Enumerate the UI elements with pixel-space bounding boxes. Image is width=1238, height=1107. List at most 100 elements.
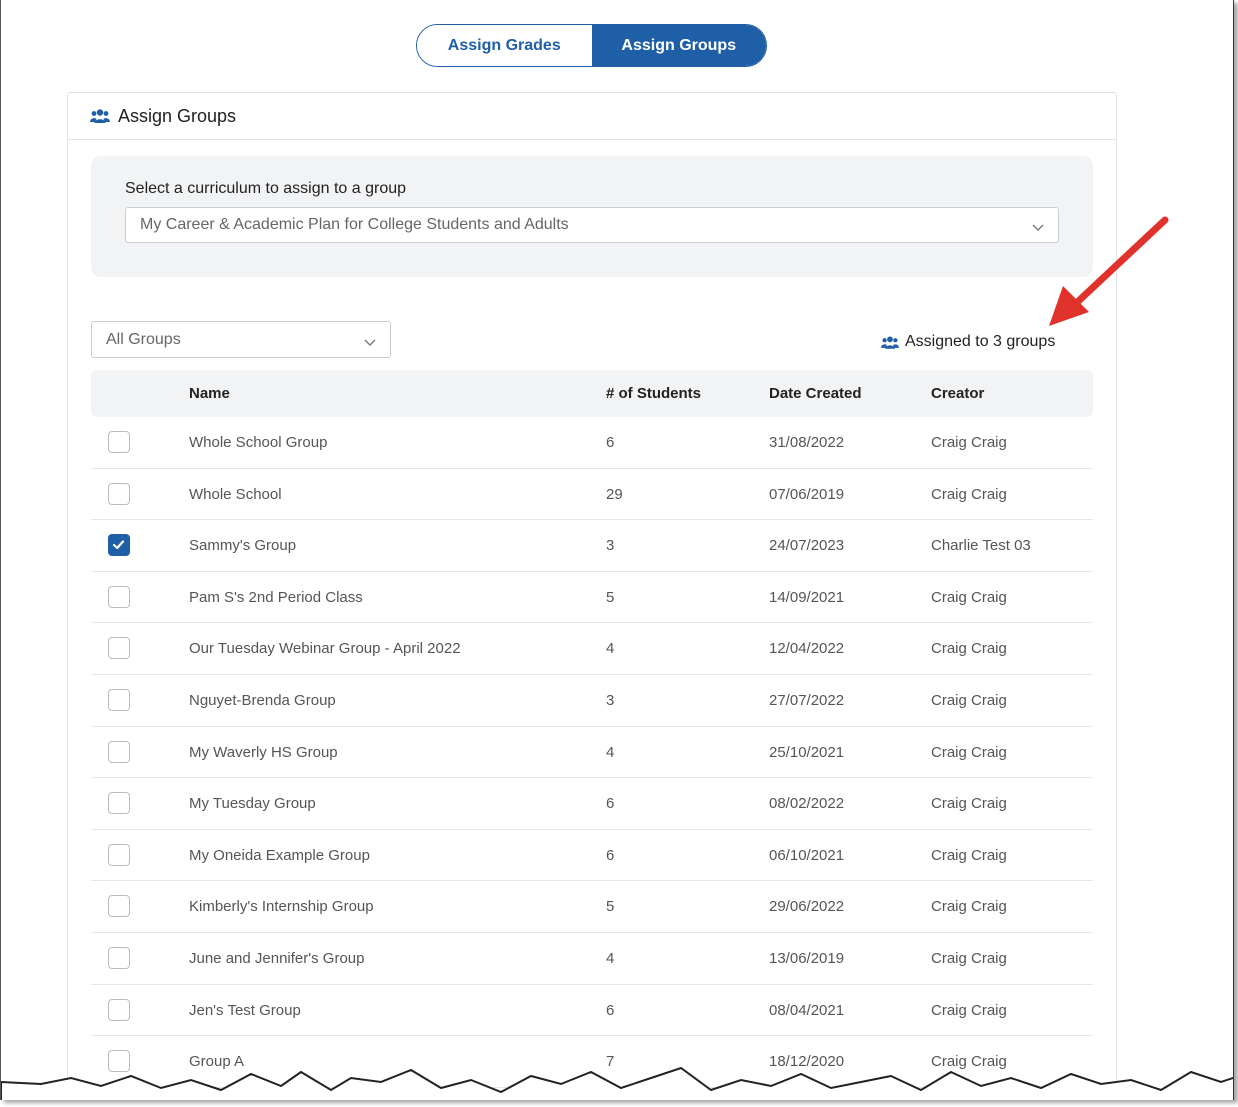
table-row[interactable]: Whole School Group 6 31/08/2022 Craig Craig <box>91 417 1093 469</box>
column-header-date[interactable]: Date Created <box>769 385 862 402</box>
row-checkbox[interactable] <box>108 998 130 1021</box>
curriculum-selected-value: My Career & Academic Plan for College St… <box>140 216 569 233</box>
row-checkbox[interactable] <box>108 946 130 969</box>
table-row[interactable]: Sammy's Group 3 24/07/2023 Charlie Test 03 <box>91 520 1093 572</box>
group-name: My Waverly HS Group <box>189 743 338 761</box>
creator-name: Craig Craig <box>931 846 1007 864</box>
group-name: Whole School <box>189 485 282 503</box>
row-checkbox[interactable] <box>108 843 130 866</box>
table-row[interactable]: Our Tuesday Webinar Group - April 2022 4 1… <box>91 623 1093 675</box>
creator-name: Craig Craig <box>931 898 1007 916</box>
date-created: 24/07/2023 <box>769 537 845 555</box>
group-name: Whole School Group <box>189 434 328 451</box>
assigned-count: Assigned to 3 groups <box>881 333 1055 351</box>
column-header-name[interactable]: Name <box>189 385 230 402</box>
table-row[interactable]: Whole School 29 07/06/2019 Craig Craig <box>91 469 1093 521</box>
group-name: My Tuesday Group <box>189 795 316 813</box>
row-checkbox[interactable] <box>108 431 130 453</box>
group-name: Pam S's 2nd Period Class <box>189 588 363 606</box>
student-count: 3 <box>606 537 615 555</box>
chevron-down-icon <box>364 334 376 352</box>
curriculum-select[interactable]: My Career & Academic Plan for College St… <box>125 207 1059 243</box>
table-row[interactable]: June and Jennifer's Group 4 13/06/2019 Crai… <box>91 933 1093 985</box>
assign-groups-tab[interactable]: Assign Groups <box>591 25 766 66</box>
date-created: 27/07/2022 <box>769 691 845 709</box>
creator-name: Craig Craig <box>931 691 1007 709</box>
row-checkbox[interactable] <box>108 688 130 711</box>
users-icon <box>881 335 899 350</box>
date-created: 12/04/2022 <box>769 640 845 658</box>
creator-name: Craig Craig <box>931 949 1007 967</box>
group-name: My Oneida Example Group <box>189 846 370 864</box>
date-created: 06/10/2021 <box>769 846 845 864</box>
student-count: 6 <box>606 1001 615 1019</box>
assigned-count-text: Assigned to 3 groups <box>905 333 1056 350</box>
row-checkbox[interactable] <box>108 792 130 815</box>
screenshot-frame: Assign Grades Assign Groups Assign Group… <box>0 0 1234 1100</box>
groups-table: Name # of Students Date Created Creator … <box>91 370 1093 1088</box>
table-body: Whole School Group 6 31/08/2022 Craig Craig… <box>91 417 1093 1088</box>
row-checkbox[interactable] <box>108 740 130 763</box>
group-name: June and Jennifer's Group <box>189 949 365 967</box>
table-row[interactable]: Nguyet-Brenda Group 3 27/07/2022 Craig Crai… <box>91 675 1093 727</box>
group-name: Nguyet-Brenda Group <box>189 691 336 709</box>
group-name: Our Tuesday Webinar Group - April 2022 <box>189 640 461 658</box>
student-count: 5 <box>606 898 615 916</box>
torn-edge <box>1 1066 1233 1100</box>
date-created: 07/06/2019 <box>769 485 845 503</box>
group-filter-value: All Groups <box>106 330 181 348</box>
student-count: 6 <box>606 434 615 451</box>
group-name: Kimberly's Internship Group <box>189 898 374 916</box>
table-row[interactable]: Jen's Test Group 6 08/04/2021 Craig Craig <box>91 985 1093 1037</box>
assign-mode-toggle: Assign Grades Assign Groups <box>416 24 767 67</box>
student-count: 6 <box>606 846 615 864</box>
assign-groups-card: Assign Groups Select a curriculum to ass… <box>67 92 1117 1100</box>
creator-name: Craig Craig <box>931 485 1007 503</box>
student-count: 4 <box>606 743 615 761</box>
date-created: 13/06/2019 <box>769 949 845 967</box>
creator-name: Craig Craig <box>931 1001 1007 1019</box>
users-icon <box>90 108 110 124</box>
row-checkbox[interactable] <box>108 895 130 918</box>
table-row[interactable]: My Tuesday Group 6 08/02/2022 Craig Craig <box>91 778 1093 830</box>
date-created: 29/06/2022 <box>769 898 845 916</box>
date-created: 08/04/2021 <box>769 1001 845 1019</box>
assign-grades-tab[interactable]: Assign Grades <box>417 25 592 66</box>
card-header: Assign Groups <box>68 93 1116 140</box>
row-checkbox[interactable] <box>108 534 130 557</box>
column-header-creator[interactable]: Creator <box>931 385 984 402</box>
date-created: 08/02/2022 <box>769 795 845 813</box>
student-count: 29 <box>606 485 623 503</box>
creator-name: Craig Craig <box>931 640 1007 658</box>
table-row[interactable]: My Oneida Example Group 6 06/10/2021 Craig … <box>91 830 1093 882</box>
curriculum-panel: Select a curriculum to assign to a group… <box>91 156 1093 277</box>
creator-name: Charlie Test 03 <box>931 537 1031 555</box>
table-header: Name # of Students Date Created Creator <box>91 370 1093 417</box>
creator-name: Craig Craig <box>931 588 1007 606</box>
table-row[interactable]: Pam S's 2nd Period Class 5 14/09/2021 Craig… <box>91 572 1093 624</box>
table-row[interactable]: My Waverly HS Group 4 25/10/2021 Craig Crai… <box>91 727 1093 779</box>
column-header-students[interactable]: # of Students <box>606 385 701 402</box>
group-filter-select[interactable]: All Groups <box>91 321 391 358</box>
student-count: 4 <box>606 949 615 967</box>
table-row[interactable]: Kimberly's Internship Group 5 29/06/2022 Cr… <box>91 881 1093 933</box>
creator-name: Craig Craig <box>931 434 1007 451</box>
annotation-arrow-icon <box>1049 216 1169 326</box>
curriculum-label: Select a curriculum to assign to a group <box>125 180 407 197</box>
date-created: 25/10/2021 <box>769 743 845 761</box>
student-count: 6 <box>606 795 615 813</box>
date-created: 31/08/2022 <box>769 434 845 451</box>
student-count: 3 <box>606 691 615 709</box>
group-name: Jen's Test Group <box>189 1001 301 1019</box>
student-count: 4 <box>606 640 615 658</box>
row-checkbox[interactable] <box>108 482 130 505</box>
creator-name: Craig Craig <box>931 795 1007 813</box>
card-title: Assign Groups <box>118 105 237 126</box>
student-count: 5 <box>606 588 615 606</box>
row-checkbox[interactable] <box>108 585 130 608</box>
creator-name: Craig Craig <box>931 743 1007 761</box>
row-checkbox[interactable] <box>108 637 130 660</box>
date-created: 14/09/2021 <box>769 588 845 606</box>
group-name: Sammy's Group <box>189 537 297 555</box>
checkmark-icon <box>112 540 125 550</box>
